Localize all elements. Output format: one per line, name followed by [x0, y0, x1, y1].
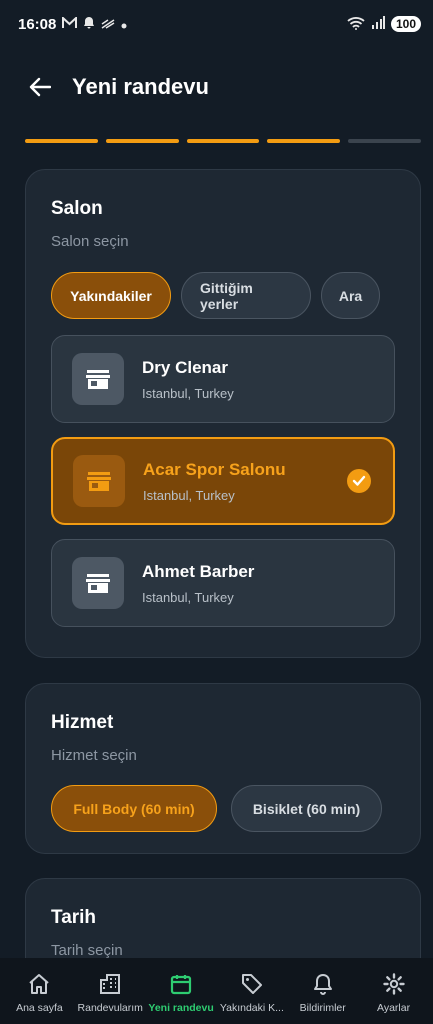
building-icon — [100, 974, 121, 994]
filter-visited-chip[interactable]: Gittiğim yerler — [181, 272, 311, 319]
nav-label: Ana sayfa — [16, 1002, 63, 1014]
salon-location: Istanbul, Turkey — [143, 487, 235, 503]
page-title: Yeni randevu — [72, 74, 209, 99]
nav-label: Yeni randevu — [148, 1002, 214, 1014]
nav-label: Ayarlar — [377, 1002, 411, 1014]
salon-item[interactable]: Dry Clenar Istanbul, Turkey — [51, 335, 395, 423]
step-progress — [25, 139, 421, 144]
service-section-subtitle: Hizmet seçin — [51, 747, 137, 764]
status-bar: 16:08 100 — [0, 0, 433, 48]
app-header: Yeni randevu — [0, 62, 433, 112]
salon-name: Ahmet Barber — [142, 561, 255, 581]
salon-card: Salon Salon seçin Yakındakiler Gittiğim … — [25, 169, 421, 658]
gear-icon — [382, 973, 405, 995]
store-icon — [72, 557, 124, 609]
store-icon — [72, 353, 124, 405]
dot-icon — [121, 17, 127, 32]
service-chips: Full Body (60 min) Bisiklet (60 min) — [51, 785, 395, 832]
nav-label: Bildirimler — [299, 1002, 346, 1014]
check-circle-icon — [347, 469, 371, 493]
wifi-icon — [347, 16, 365, 33]
salon-location: Istanbul, Turkey — [142, 589, 234, 605]
nav-settings[interactable]: Ayarlar — [358, 958, 429, 1024]
nav-label: Randevularım — [77, 1002, 143, 1014]
salon-name: Acar Spor Salonu — [143, 459, 286, 479]
salon-section-title: Salon — [51, 198, 103, 219]
store-icon — [73, 455, 125, 507]
date-section-title: Tarih — [51, 907, 97, 928]
status-right: 100 — [347, 16, 421, 33]
nav-home[interactable]: Ana sayfa — [4, 958, 75, 1024]
salon-location: Istanbul, Turkey — [142, 385, 234, 401]
signal-off-icon — [101, 17, 115, 32]
salon-filter-chips: Yakındakiler Gittiğim yerler Ara — [51, 272, 395, 319]
progress-step — [348, 139, 421, 143]
service-bike-chip[interactable]: Bisiklet (60 min) — [231, 785, 382, 832]
bell-icon — [83, 16, 95, 32]
salon-name: Dry Clenar — [142, 357, 228, 377]
salon-text: Dry Clenar Istanbul, Turkey — [142, 358, 234, 401]
service-card: Hizmet Hizmet seçin Full Body (60 min) B… — [25, 683, 421, 854]
progress-step — [25, 139, 98, 143]
status-time: 16:08 — [18, 15, 57, 33]
service-full-body-chip[interactable]: Full Body (60 min) — [51, 785, 217, 832]
salon-text: Ahmet Barber Istanbul, Turkey — [142, 562, 254, 605]
nav-appointments[interactable]: Randevularım — [75, 958, 146, 1024]
salon-item[interactable]: Ahmet Barber Istanbul, Turkey — [51, 539, 395, 627]
nav-nearby[interactable]: Yakındaki K... — [216, 958, 287, 1024]
salon-list: Dry Clenar Istanbul, Turkey Acar Spor Sa… — [51, 335, 395, 627]
mail-icon — [62, 15, 78, 32]
filter-search-chip[interactable]: Ara — [321, 272, 380, 319]
status-left: 16:08 — [18, 15, 127, 33]
bottom-navigation: Ana sayfa Randevularım Yeni randevu Yakı… — [0, 958, 433, 1024]
progress-step — [186, 139, 260, 143]
nav-new-appointment[interactable]: Yeni randevu — [146, 958, 217, 1024]
progress-step — [267, 139, 341, 143]
back-button[interactable] — [26, 73, 54, 101]
battery-indicator: 100 — [390, 16, 421, 32]
bell-icon — [313, 974, 332, 995]
service-section-title: Hizmet — [51, 712, 114, 733]
salon-item-selected[interactable]: Acar Spor Salonu Istanbul, Turkey — [51, 437, 395, 525]
cell-signal-icon — [371, 16, 385, 32]
nav-notifications[interactable]: Bildirimler — [287, 958, 358, 1024]
arrow-left-icon — [29, 77, 51, 97]
home-icon — [29, 974, 50, 994]
salon-section-subtitle: Salon seçin — [51, 233, 129, 250]
nav-label: Yakındaki K... — [219, 1002, 284, 1014]
salon-text: Acar Spor Salonu Istanbul, Turkey — [143, 460, 286, 503]
calendar-icon — [170, 975, 192, 995]
filter-nearby-chip[interactable]: Yakındakiler — [51, 272, 171, 319]
tag-icon — [241, 974, 262, 994]
progress-step — [105, 139, 179, 143]
date-section-subtitle: Tarih seçin — [51, 942, 123, 959]
